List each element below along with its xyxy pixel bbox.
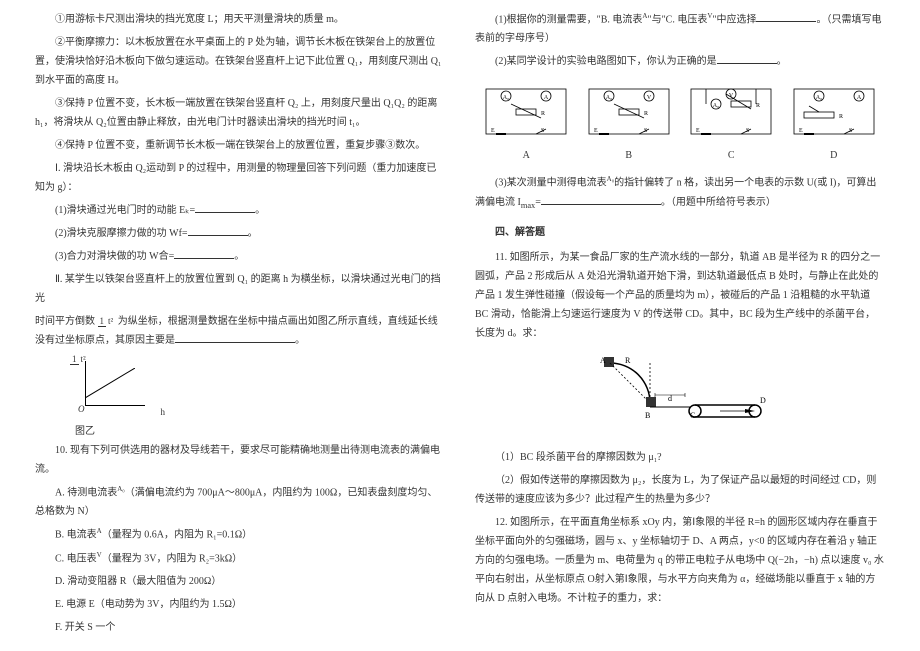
- svg-text:R: R: [756, 103, 760, 109]
- blank-reason: [175, 331, 295, 343]
- circuit-diagrams: A₀ A R E S A A₀ V R E S: [475, 79, 885, 165]
- step-2: ②平衡摩擦力：以木板放置在水平桌面上的 P 处为轴，调节长木板在铁架台上的放置位…: [35, 33, 445, 90]
- svg-text:A₀: A₀: [713, 103, 719, 109]
- svg-text:E: E: [696, 128, 700, 134]
- svg-text:E: E: [594, 128, 598, 134]
- fraction-icon: 1t²: [98, 313, 116, 330]
- blank-whe: [174, 247, 234, 259]
- question-1: (1)滑块通过光电门时的动能 Eₖ=。: [35, 201, 445, 220]
- svg-text:E: E: [491, 128, 495, 134]
- part-2-a: Ⅱ. 某学生以铁架台竖直杆上的放置位置到 Q₁ 的距离 h 为横坐标，以滑块通过…: [35, 270, 445, 308]
- y-axis-label: 1t²: [70, 351, 88, 368]
- graph-caption: 图乙: [75, 422, 445, 441]
- question-10: 10. 现有下列可供选用的器材及导线若干，要求尽可能精确地测量出待测电流表的满偏…: [35, 441, 445, 479]
- conveyor-icon: A R B C d D: [590, 353, 770, 438]
- circuit-b: A₀ V R E S B: [584, 79, 674, 165]
- question-2: (2)滑块克服摩擦力做的功 Wf=。: [35, 224, 445, 243]
- blank-wf: [188, 224, 248, 236]
- right-column: (1)根据你的测量需要，"B. 电流表A"与"C. 电压表V"中应选择。（只需填…: [460, 10, 900, 641]
- circuit-a: A₀ A R E S A: [481, 79, 571, 165]
- question-3: (3)合力对滑块做的功 W合=。: [35, 247, 445, 266]
- blank-choice: [756, 10, 816, 22]
- blank-ek: [195, 201, 255, 213]
- meter-a0-icon: A₀: [117, 485, 125, 493]
- svg-text:A₀: A₀: [606, 95, 612, 101]
- question-11-2: （2）假如传送带的摩擦因数为 μ₂，长度为 L，为了保证产品以最短的时间经过 C…: [475, 471, 885, 509]
- circuit-a-icon: A₀ A R E S: [481, 79, 571, 144]
- part-1-intro: Ⅰ. 滑块沿长木板由 Q₂运动到 P 的过程中，用测量的物理量回答下列问题（重力…: [35, 159, 445, 197]
- step-3: ③保持 P 位置不变，长木板一端放置在铁架台竖直杆 Q₂ 上，用刻度尺量出 Q₁…: [35, 94, 445, 132]
- svg-text:A: A: [857, 95, 862, 101]
- section-4-title: 四、解答题: [475, 223, 885, 242]
- svg-text:D: D: [760, 396, 766, 405]
- svg-text:B: B: [645, 411, 650, 420]
- svg-text:R: R: [644, 111, 648, 117]
- question-11-1: （1）BC 段杀菌平台的摩擦因数为 μ₁?: [475, 448, 885, 467]
- x-axis-label: h: [161, 404, 166, 421]
- graph-yi: 1t² h O: [75, 356, 155, 416]
- blank-imax: [541, 193, 661, 205]
- sub-q3: (3)某次测量中测得电流表A₀的指针偏转了 n 格，读出另一个电表的示数 U(或…: [475, 173, 885, 213]
- svg-text:A₀: A₀: [816, 95, 822, 101]
- svg-text:R: R: [839, 114, 843, 120]
- svg-text:E: E: [799, 128, 803, 134]
- circuit-b-icon: A₀ V R E S: [584, 79, 674, 144]
- svg-text:A₀: A₀: [503, 95, 509, 101]
- item-e: E. 电源 E（电动势为 3V，内阻约为 1.5Ω）: [35, 595, 445, 614]
- graph-line-icon: [85, 368, 135, 398]
- item-c: C. 电压表V（量程为 3V，内阻为 R₂=3kΩ）: [35, 549, 445, 568]
- sub-q1: (1)根据你的测量需要，"B. 电流表A"与"C. 电压表V"中应选择。（只需填…: [475, 10, 885, 48]
- left-column: ①用游标卡尺测出滑块的挡光宽度 L；用天平测量滑块的质量 m。 ②平衡摩擦力：以…: [20, 10, 460, 641]
- blank-circuit: [717, 52, 777, 64]
- question-11: 11. 如图所示，为某一食品厂家的生产流水线的一部分，轨道 AB 是半径为 R …: [475, 248, 885, 343]
- sub-q2: (2)某同学设计的实验电路图如下，你认为正确的是。: [475, 52, 885, 71]
- circuit-c: V A₀ R E S C: [686, 79, 776, 165]
- circuit-d-icon: A₀ A R E S: [789, 79, 879, 144]
- step-4: ④保持 P 位置不变，重新调节长木板一端在铁架台上的放置位置，重复步骤③数次。: [35, 136, 445, 155]
- svg-text:d: d: [668, 394, 672, 403]
- svg-text:R: R: [625, 356, 631, 365]
- part-2-b: 时间平方倒数 1t² 为纵坐标，根据测量数据在坐标中描点画出如图乙所示直线，直线…: [35, 312, 445, 350]
- step-1: ①用游标卡尺测出滑块的挡光宽度 L；用天平测量滑块的质量 m。: [35, 10, 445, 29]
- origin-label: O: [78, 401, 85, 418]
- circuit-d: A₀ A R E S D: [789, 79, 879, 165]
- item-d: D. 滑动变阻器 R（最大阻值为 200Ω）: [35, 572, 445, 591]
- svg-text:R: R: [541, 111, 545, 117]
- item-a: A. 待测电流表A₀（满偏电流约为 700μA～800μA，内阻约为 100Ω，…: [35, 483, 445, 521]
- item-b: B. 电流表A（量程为 0.6A，内阻为 R₁=0.1Ω）: [35, 525, 445, 544]
- svg-text:A: A: [600, 356, 606, 365]
- conveyor-diagram: A R B C d D: [590, 353, 770, 438]
- svg-text:V: V: [647, 95, 652, 101]
- question-12: 12. 如图所示，在平面直角坐标系 xOy 内，第Ⅰ象限的半径 R=h 的圆形区…: [475, 513, 885, 608]
- circuit-c-icon: V A₀ R E S: [686, 79, 776, 144]
- svg-text:A: A: [544, 95, 549, 101]
- item-f: F. 开关 S 一个: [35, 618, 445, 637]
